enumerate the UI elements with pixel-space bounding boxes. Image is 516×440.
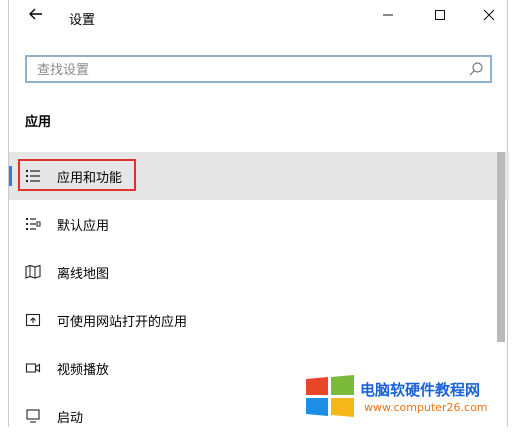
apps-features-icon xyxy=(25,168,41,184)
maximize-button[interactable] xyxy=(431,8,449,26)
nav-item-label: 默认应用 xyxy=(57,219,110,234)
watermark: 电脑软硬件教程网 www.computer26.com xyxy=(304,373,512,419)
startup-icon xyxy=(25,408,41,424)
search-icon[interactable] xyxy=(468,61,484,77)
search-input[interactable] xyxy=(35,60,459,80)
close-button[interactable] xyxy=(480,8,498,26)
offline-maps-icon xyxy=(25,264,41,280)
nav-item-apps-for-websites[interactable]: 可使用网站打开的应用 xyxy=(9,296,509,344)
maximize-icon xyxy=(435,10,445,20)
nav-item-label: 应用和功能 xyxy=(57,171,123,186)
nav-item-label: 启动 xyxy=(57,411,84,426)
window-title: 设置 xyxy=(69,13,96,28)
back-arrow-icon xyxy=(29,8,42,20)
nav-item-apps-features[interactable]: 应用和功能 xyxy=(9,152,509,200)
back-button[interactable] xyxy=(25,6,47,28)
title-bar: 设置 xyxy=(9,0,509,34)
watermark-title: 电脑软硬件教程网 xyxy=(360,381,481,399)
nav-item-label: 离线地图 xyxy=(57,267,110,282)
nav-item-offline-maps[interactable]: 离线地图 xyxy=(9,248,509,296)
search-box[interactable] xyxy=(25,55,492,83)
windows-logo-icon xyxy=(306,375,354,417)
selection-indicator xyxy=(9,166,12,186)
minimize-icon xyxy=(383,14,393,16)
nav-item-label: 可使用网站打开的应用 xyxy=(57,315,188,330)
minimize-button[interactable] xyxy=(379,8,397,26)
nav-item-label: 视频播放 xyxy=(57,363,110,378)
default-apps-icon xyxy=(25,216,41,232)
watermark-url: www.computer26.com xyxy=(364,401,488,414)
settings-window: 设置 应用 应用和功能 默认应用 xyxy=(8,0,509,427)
nav-item-default-apps[interactable]: 默认应用 xyxy=(9,200,509,248)
video-playback-icon xyxy=(25,360,41,376)
close-icon xyxy=(483,9,495,21)
scrollbar[interactable] xyxy=(497,152,505,342)
apps-for-websites-icon xyxy=(25,312,41,328)
section-title: 应用 xyxy=(25,115,52,130)
